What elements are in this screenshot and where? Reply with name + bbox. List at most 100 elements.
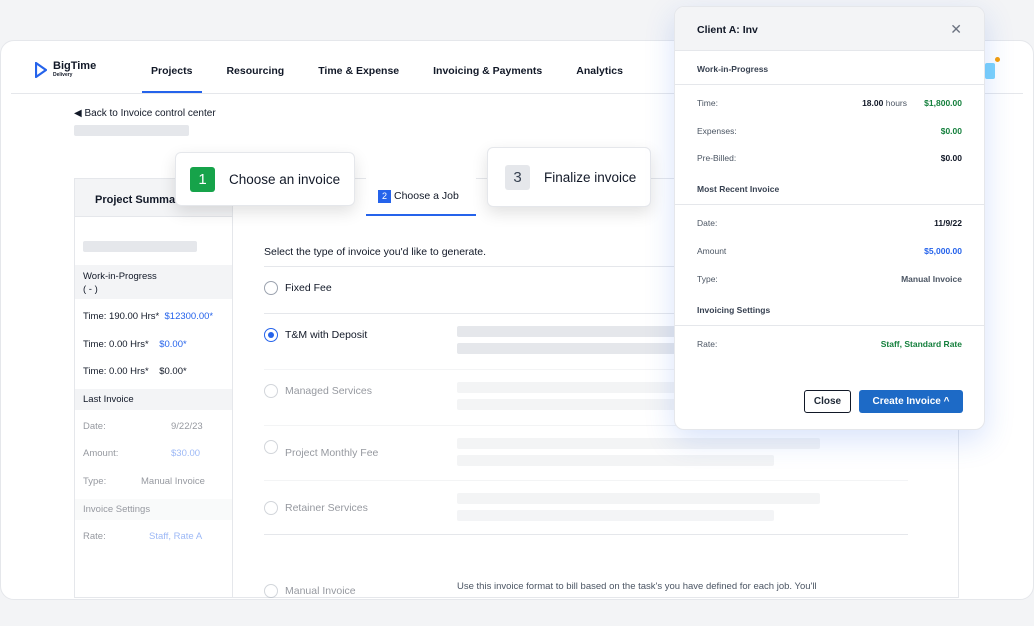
time-2-value: $0.00* [159, 339, 187, 350]
type-value: Manual Invoice [901, 274, 962, 284]
avatar[interactable] [985, 63, 995, 79]
manual-invoice-description: Use this invoice format to bill based on… [457, 581, 817, 592]
time-hours: 18.00 [862, 98, 884, 108]
option-label: Retainer Services [285, 502, 368, 514]
invoice-settings-label: Invoice Settings [75, 499, 232, 520]
date-value: 11/9/22 [934, 218, 962, 228]
time-2-label: Time: 0.00 Hrs* [83, 339, 149, 350]
radio-fixed-fee[interactable] [264, 281, 278, 295]
option-divider [264, 534, 908, 535]
desc-placeholder [457, 399, 677, 410]
desc-placeholder [457, 326, 677, 337]
time-1-label: Time: 190.00 Hrs* [83, 311, 160, 322]
last-amount-value: $30.00 [171, 448, 201, 459]
time-row-3: Time: 0.00 Hrs* $0.00* [75, 366, 232, 377]
date-label: Date: [697, 218, 718, 228]
close-icon[interactable]: ✕ [950, 21, 962, 38]
expenses-label: Expenses: [697, 126, 737, 136]
time-1-value: $12300.00* [164, 311, 214, 322]
last-amount-label: Amount: [83, 448, 119, 459]
nav-projects[interactable]: Projects [141, 41, 203, 93]
step-1-label: Choose an invoice [229, 171, 341, 187]
last-amount-row: Amount: $30.00 [75, 448, 232, 459]
brand-text: BigTime Delivery [53, 61, 96, 78]
nav-resourcing[interactable]: Resourcing [226, 41, 284, 93]
nav-time-expense[interactable]: Time & Expense [318, 41, 399, 93]
option-label: Fixed Fee [285, 282, 332, 294]
time-label: Time: [697, 98, 718, 108]
expenses-value: $0.00 [940, 126, 962, 136]
modal-divider [675, 84, 984, 85]
modal-recent-heading: Most Recent Invoice [697, 184, 780, 194]
step-3-badge: 3 [505, 164, 530, 190]
step-1-badge: 1 [190, 166, 215, 192]
modal-title: Client A: Inv [675, 7, 984, 51]
modal-type-row: Type: Manual Invoice [697, 274, 962, 284]
radio-tm-deposit[interactable] [264, 328, 278, 342]
option-manual-invoice[interactable]: Manual Invoice Use this invoice format t… [264, 570, 908, 626]
last-type-row: Type: Manual Invoice [75, 476, 232, 487]
close-button[interactable]: Close [804, 390, 851, 413]
option-label: Manual Invoice [285, 585, 356, 597]
step-3-label: Finalize invoice [544, 169, 637, 185]
time-3-label: Time: 0.00 Hrs* [83, 366, 149, 377]
amount-value: $5,000.00 [924, 246, 962, 256]
option-label: T&M with Deposit [285, 329, 368, 341]
option-project-monthly-fee[interactable]: Project Monthly Fee [264, 425, 908, 481]
rate-row: Rate: Staff, Rate A [75, 531, 232, 542]
desc-placeholder [457, 510, 774, 521]
nav-analytics[interactable]: Analytics [576, 41, 623, 93]
modal-prebilled-row: Pre-Billed: $0.00 [697, 153, 962, 163]
modal-rate-row: Rate: Staff, Standard Rate [697, 339, 962, 349]
option-retainer-services[interactable]: Retainer Services [264, 480, 908, 536]
amount-label: Amount [697, 246, 727, 256]
create-invoice-button[interactable]: Create Invoice ^ [859, 390, 963, 413]
desc-placeholder [457, 382, 677, 393]
bigtime-logo-icon [35, 61, 47, 78]
option-label: Managed Services [285, 385, 372, 397]
modal-time-row: Time: 18.00 hours $1,800.00 [697, 98, 962, 108]
option-label: Project Monthly Fee [285, 447, 379, 459]
time-3-value: $0.00* [159, 366, 187, 377]
wip-label: Work-in-Progress ( - ) [75, 265, 232, 299]
client-invoice-modal: Client A: Inv ✕ Work-in-Progress Time: 1… [674, 6, 985, 430]
modal-settings-heading: Invoicing Settings [697, 305, 771, 315]
nav-invoicing-payments[interactable]: Invoicing & Payments [433, 41, 542, 93]
project-summary-sidebar: Project Summar Work-in-Progress ( - ) Ti… [75, 179, 233, 597]
last-date-row: Date: 9/22/23 [75, 421, 232, 432]
desc-placeholder [457, 438, 820, 449]
rate-value: Staff, Standard Rate [880, 339, 962, 349]
last-type-value: Manual Invoice [141, 476, 205, 487]
rate-value: Staff, Rate A [149, 531, 203, 542]
title-placeholder [74, 125, 189, 136]
modal-amount-row: Amount $5,000.00 [697, 246, 962, 256]
brand-sub: Delivery [53, 72, 73, 78]
last-invoice-label: Last Invoice [75, 389, 232, 410]
last-date-label: Date: [83, 421, 106, 432]
time-amount: $1,800.00 [924, 98, 962, 108]
prebilled-label: Pre-Billed: [697, 153, 737, 163]
last-date-value: 9/22/23 [171, 421, 203, 432]
modal-date-row: Date: 11/9/22 [697, 218, 962, 228]
step-3-callout[interactable]: 3 Finalize invoice [487, 147, 651, 207]
step-2-badge: 2 [378, 190, 391, 203]
radio-project-monthly-fee[interactable] [264, 440, 278, 454]
time-row-2: Time: 0.00 Hrs* $0.00* [75, 339, 232, 350]
rate-label: Rate: [83, 531, 106, 542]
desc-placeholder [457, 343, 677, 354]
invoice-type-prompt: Select the type of invoice you'd like to… [264, 246, 487, 258]
modal-wip-heading: Work-in-Progress [697, 64, 769, 74]
desc-placeholder [457, 493, 820, 504]
rate-label: Rate: [697, 339, 718, 349]
back-link[interactable]: ◀ Back to Invoice control center [74, 108, 216, 119]
tab-choose-a-job[interactable]: 2 Choose a Job [366, 178, 476, 216]
radio-managed-services[interactable] [264, 384, 278, 398]
modal-divider [675, 325, 984, 326]
sidebar-placeholder [83, 241, 197, 252]
modal-divider [675, 204, 984, 205]
brand-logo[interactable]: BigTime Delivery [35, 61, 96, 78]
notification-dot [995, 57, 1000, 62]
step-1-callout[interactable]: 1 Choose an invoice [175, 152, 355, 206]
radio-manual-invoice[interactable] [264, 584, 278, 598]
radio-retainer-services[interactable] [264, 501, 278, 515]
